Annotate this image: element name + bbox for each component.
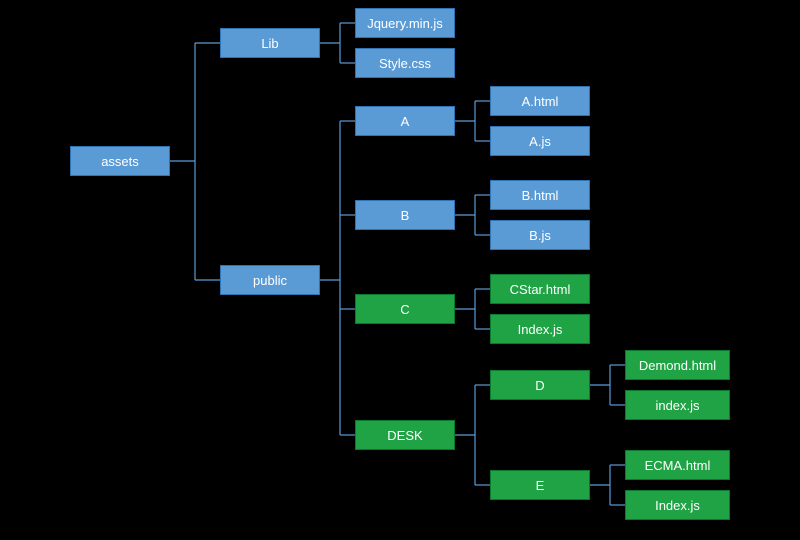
node-assets: assets — [70, 146, 170, 176]
node-a-html: A.html — [490, 86, 590, 116]
node-folder-c: C — [355, 294, 455, 324]
node-demond-html: Demond.html — [625, 350, 730, 380]
diagram-stage: assets Lib public Jquery.min.js Style.cs… — [0, 0, 800, 540]
node-jquery-min-js: Jquery.min.js — [355, 8, 455, 38]
node-lib: Lib — [220, 28, 320, 58]
node-index-c: Index.js — [490, 314, 590, 344]
node-b-js: B.js — [490, 220, 590, 250]
node-folder-d: D — [490, 370, 590, 400]
node-b-html: B.html — [490, 180, 590, 210]
node-a-js: A.js — [490, 126, 590, 156]
node-ecma-html: ECMA.html — [625, 450, 730, 480]
node-folder-a: A — [355, 106, 455, 136]
node-index-d: index.js — [625, 390, 730, 420]
node-index-e: Index.js — [625, 490, 730, 520]
node-folder-b: B — [355, 200, 455, 230]
node-folder-e: E — [490, 470, 590, 500]
node-public: public — [220, 265, 320, 295]
node-style-css: Style.css — [355, 48, 455, 78]
node-folder-desk: DESK — [355, 420, 455, 450]
node-cstar-html: CStar.html — [490, 274, 590, 304]
